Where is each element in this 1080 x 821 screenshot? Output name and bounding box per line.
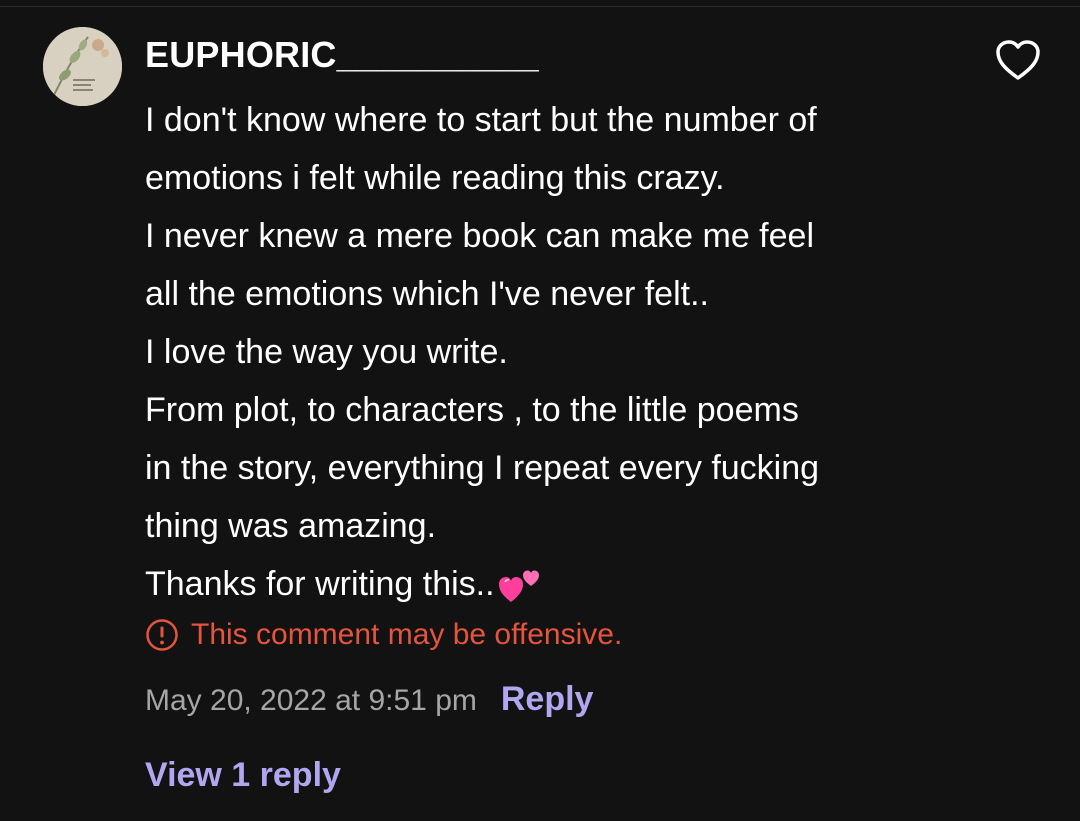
- avatar-image: [43, 27, 122, 106]
- alert-circle-icon: [146, 619, 178, 651]
- comment-timestamp: May 20, 2022 at 9:51 pm: [145, 684, 477, 717]
- comment-line: all the emotions which I've never felt..: [145, 275, 709, 313]
- comment-line: I never knew a mere book can make me fee…: [145, 217, 814, 255]
- comment-line: thing was amazing.: [145, 507, 437, 545]
- comment-meta: May 20, 2022 at 9:51 pm Reply: [145, 680, 593, 719]
- reply-button[interactable]: Reply: [501, 680, 594, 719]
- comment-line: Thanks for writing this..: [145, 565, 495, 603]
- comment-line: From plot, to characters , to the little…: [145, 391, 799, 429]
- top-divider: [0, 6, 1080, 7]
- comment-line: in the story, everything I repeat every …: [145, 449, 820, 487]
- comment-line-last: Thanks for writing this..: [145, 555, 945, 613]
- comment-body: I don't know where to start but the numb…: [145, 91, 945, 613]
- two-hearts-icon: [498, 570, 539, 603]
- comment-line: I love the way you write.: [145, 333, 508, 371]
- heart-outline-icon: [996, 40, 1040, 80]
- like-button[interactable]: [994, 38, 1042, 82]
- warning-text: This comment may be offensive.: [191, 618, 623, 651]
- view-replies-button[interactable]: View 1 reply: [145, 756, 341, 795]
- avatar[interactable]: [43, 27, 122, 106]
- comment-line: I don't know where to start but the numb…: [145, 101, 817, 139]
- comment-line: emotions i felt while reading this crazy…: [145, 159, 725, 197]
- comment-username[interactable]: EUPHORIC__________: [145, 34, 539, 76]
- offensive-warning: This comment may be offensive.: [145, 618, 622, 652]
